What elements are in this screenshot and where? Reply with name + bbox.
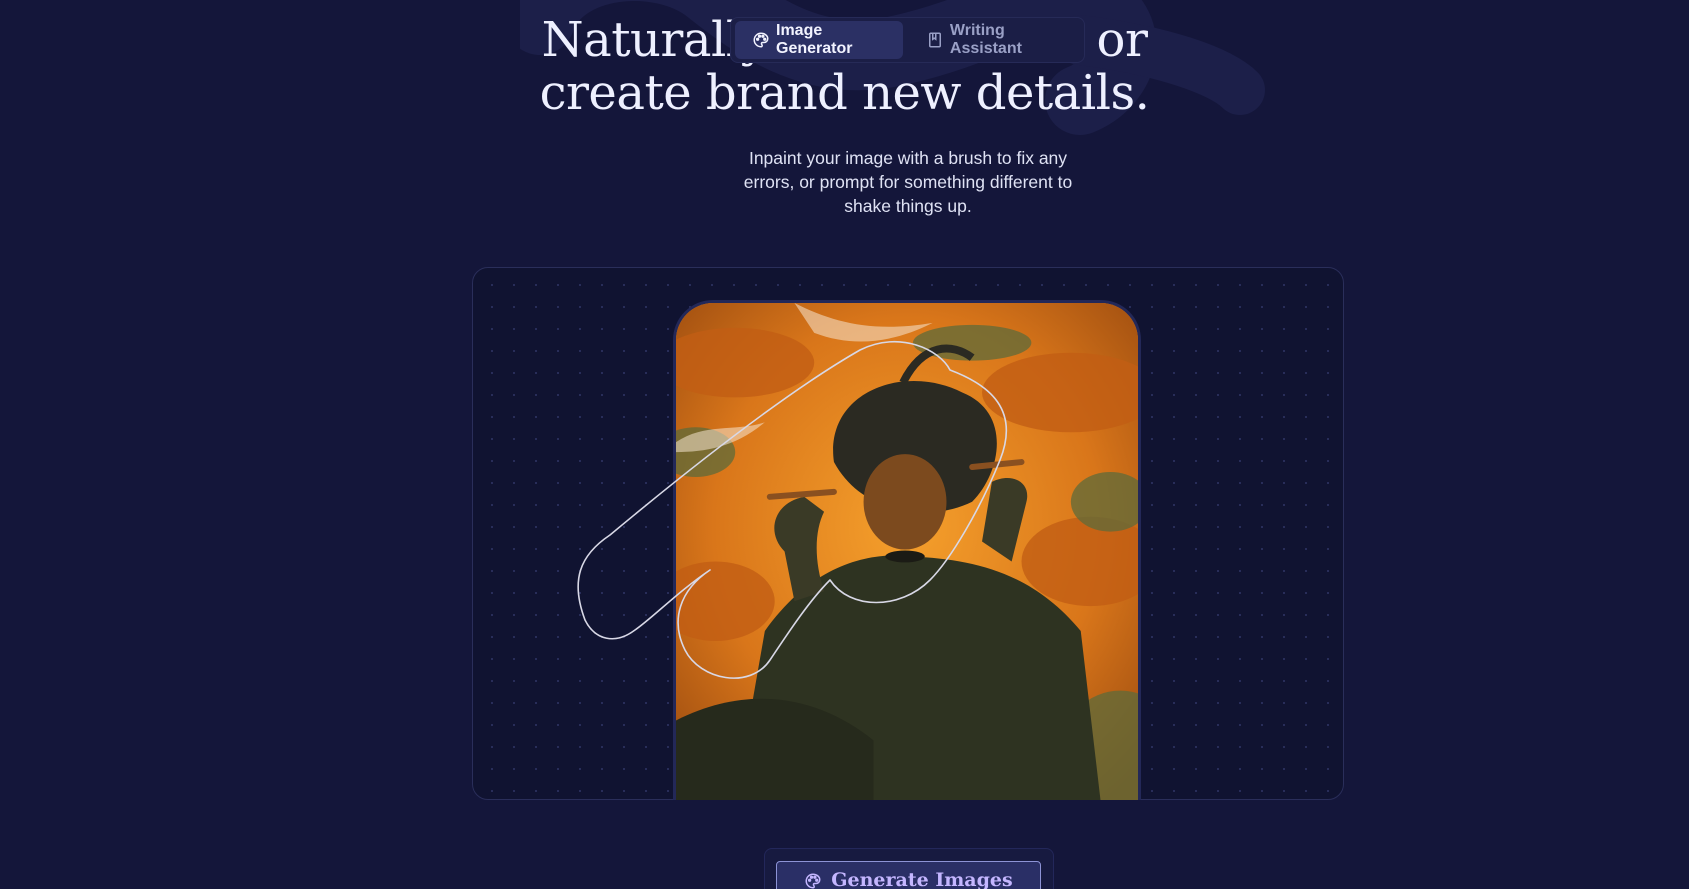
headline-line-2: create brand new details. [539, 65, 1150, 121]
generate-button-label: Generate Images [831, 869, 1013, 889]
product-tabs: Image Generator Writing Assistant [730, 17, 1085, 63]
hero-subtitle: Inpaint your image with a brush to fix a… [743, 148, 1073, 216]
artwork-illustration [676, 303, 1138, 800]
tab-label: Writing Assistant [949, 22, 1022, 57]
page: Naturally fix mistakes, or create brand … [0, 0, 1689, 889]
generate-images-button[interactable]: Generate Images [776, 861, 1041, 889]
palette-icon [753, 32, 769, 48]
tab-label: Image Generator [776, 22, 853, 57]
artwork-image [673, 300, 1141, 800]
palette-icon [805, 873, 821, 889]
book-icon [928, 32, 941, 48]
tab-image-generator[interactable]: Image Generator [735, 21, 903, 59]
tab-writing-assistant[interactable]: Writing Assistant [909, 21, 1080, 59]
